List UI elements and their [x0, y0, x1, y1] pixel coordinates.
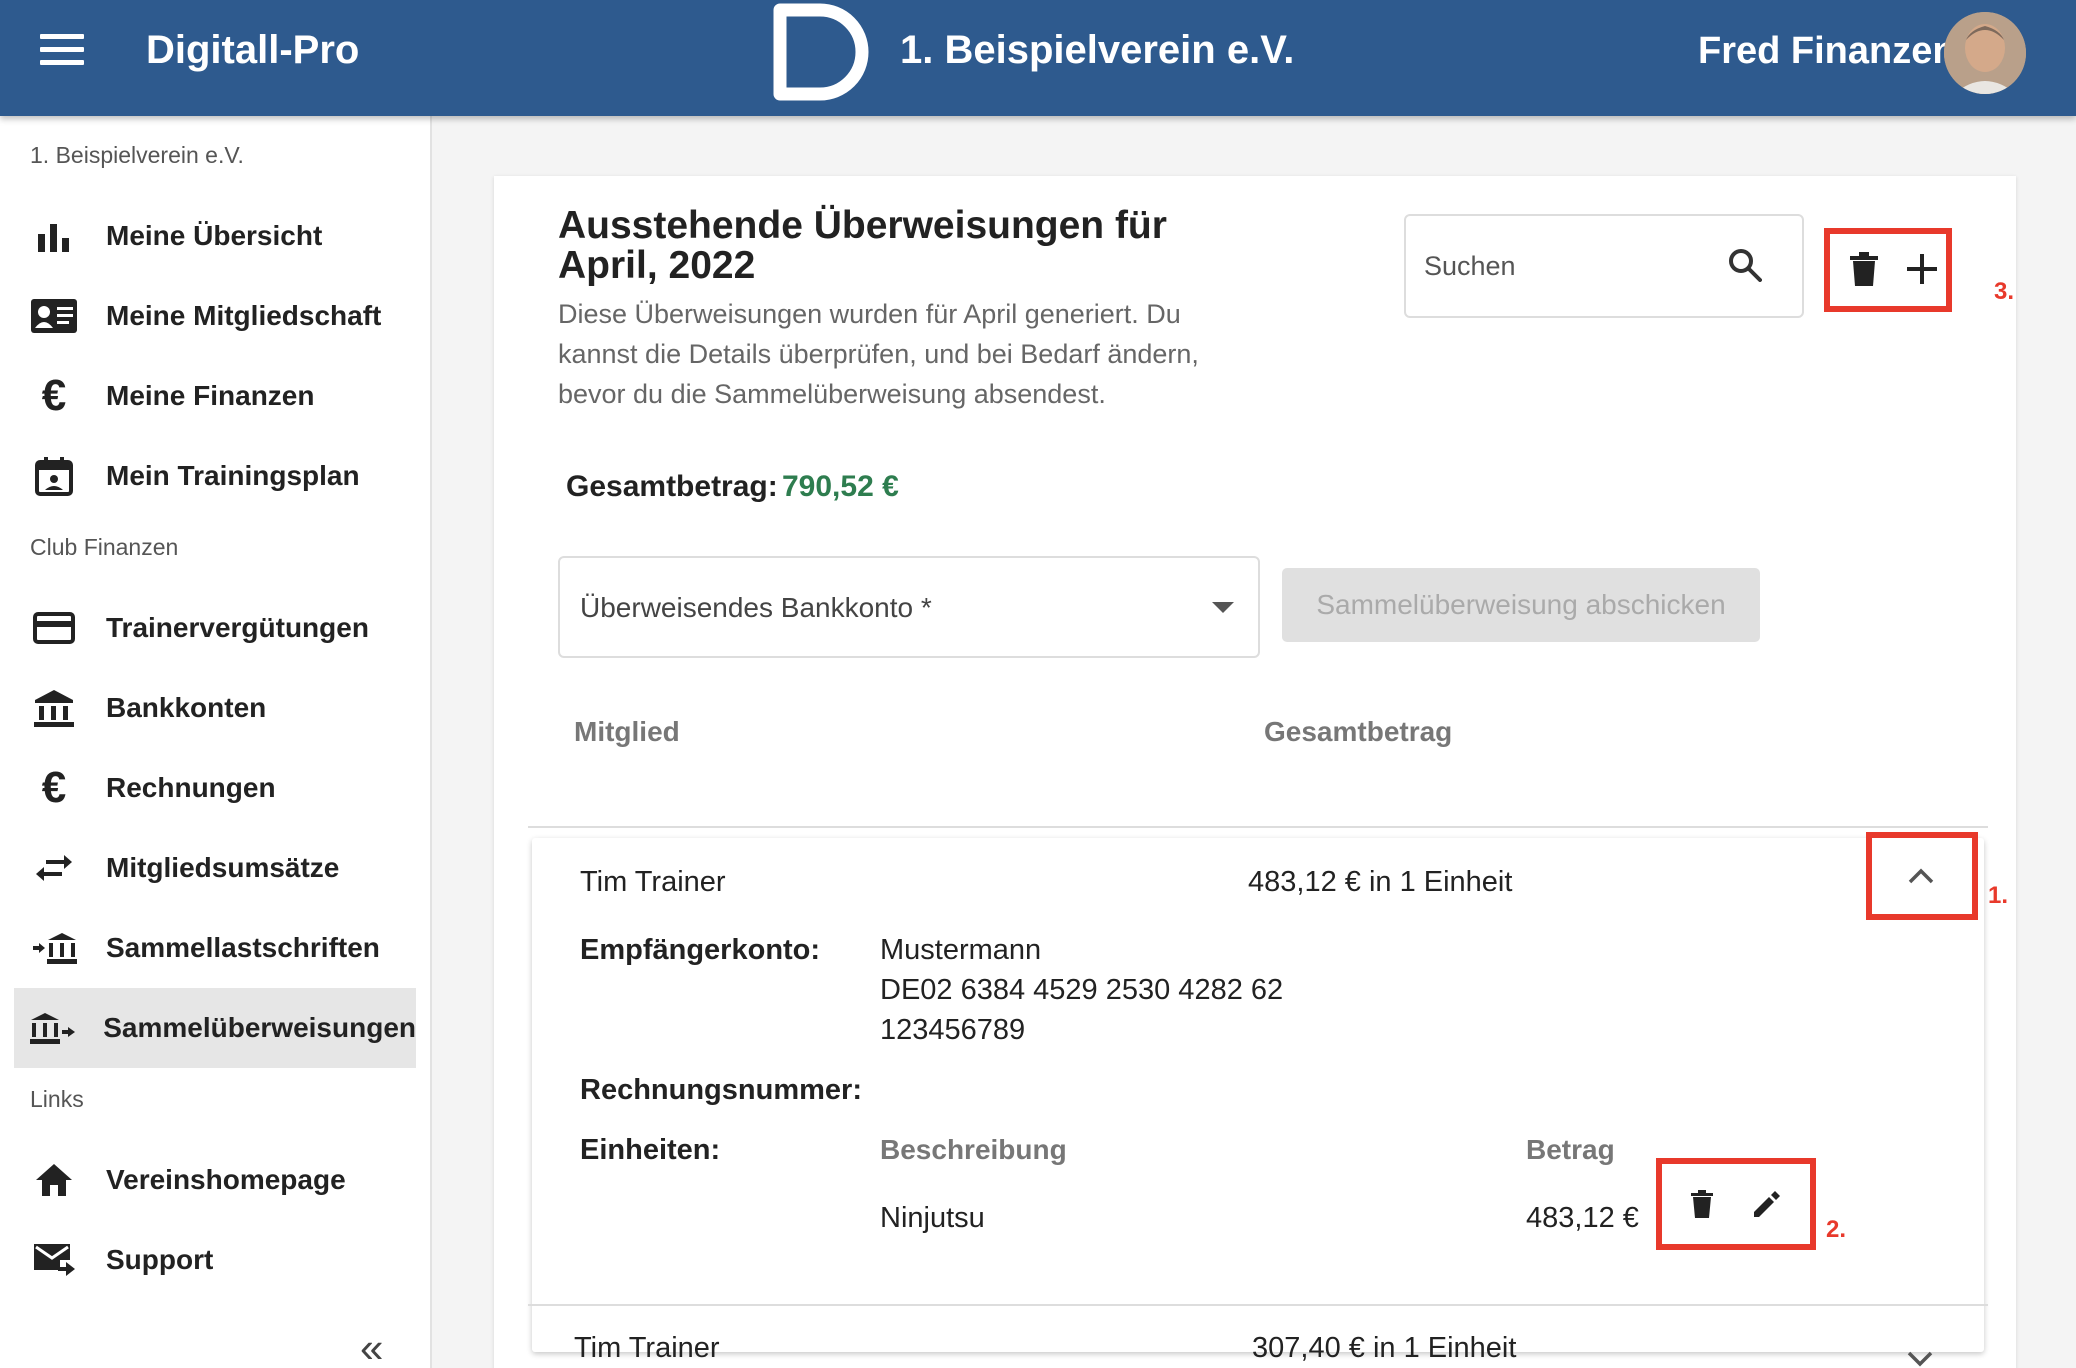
sidebar-item-label: Mein Trainingsplan	[106, 460, 360, 491]
delete-unit-button[interactable]	[1680, 1182, 1724, 1226]
sidebar-item-sammelueberweisungen[interactable]: Sammelüberweisungen	[14, 988, 416, 1068]
calendar-icon	[28, 454, 80, 498]
sidebar-item-label: Support	[106, 1244, 214, 1275]
bank-account-select[interactable]: Überweisendes Bankkonto *	[558, 556, 1260, 658]
pending-transfers-card: Ausstehende Überweisungen für April, 202…	[494, 176, 2016, 1368]
units-description-header: Beschreibung	[880, 1134, 1067, 1165]
annotation-label-3: 3.	[1994, 278, 2015, 305]
total-label: Gesamtbetrag:	[566, 470, 778, 503]
chevron-up-icon	[1908, 868, 1934, 884]
row-amount: 483,12 € in 1 Einheit	[1248, 866, 1513, 898]
sidebar-item-uebersicht[interactable]: Meine Übersicht	[14, 196, 416, 276]
add-transfer-button[interactable]	[1902, 246, 1942, 292]
sidebar-item-label: Mitgliedsumsätze	[106, 852, 340, 883]
mail-forward-icon	[28, 1238, 80, 1282]
bank-arrow-in-icon	[28, 926, 80, 970]
id-card-icon	[28, 294, 80, 338]
search-icon[interactable]	[1728, 248, 1762, 282]
trash-icon	[1691, 1190, 1713, 1218]
sidebar-item-label: Rechnungen	[106, 772, 276, 803]
sidebar-item-finanzen[interactable]: € Meine Finanzen	[14, 356, 416, 436]
app-name: Digitall-Pro	[146, 28, 360, 72]
page-title: Ausstehende Überweisungen für April, 202…	[558, 204, 1167, 287]
collapse-row-button[interactable]	[1896, 854, 1946, 898]
sidebar-section-links: Links	[30, 1086, 84, 1112]
credit-card-icon	[28, 606, 80, 650]
recipient-account-label: Empfängerkonto:	[580, 934, 821, 966]
home-icon	[28, 1158, 80, 1202]
page-description: Diese Überweisungen wurden für April gen…	[558, 299, 1199, 409]
sidebar-item-label: Bankkonten	[106, 692, 267, 723]
swap-arrows-icon	[28, 846, 80, 890]
annotation-label-2: 2.	[1826, 1216, 1847, 1243]
sidebar-item-mitgliedsumsaetze[interactable]: Mitgliedsumsätze	[14, 828, 416, 908]
sidebar-item-mitgliedschaft[interactable]: Meine Mitgliedschaft	[14, 276, 416, 356]
collapse-sidebar-chevrons-icon[interactable]: «	[360, 1324, 383, 1368]
recipient-name: Mustermann	[880, 934, 1042, 966]
euro-icon: €	[41, 371, 67, 420]
total-value: 790,52 €	[782, 470, 899, 503]
sidebar-item-label: Vereinshomepage	[106, 1164, 346, 1195]
sidebar: 1. Beispielverein e.V. Meine Übersicht M…	[0, 116, 432, 1368]
expand-row-button[interactable]	[1896, 1342, 1944, 1368]
pencil-icon	[1754, 1191, 1780, 1217]
sidebar-item-label: Sammellastschriften	[106, 932, 380, 963]
recipient-number: 123456789	[880, 1014, 1026, 1046]
bank-arrow-out-icon	[28, 1006, 77, 1050]
search-input[interactable]	[1424, 246, 1724, 286]
search-field	[1404, 214, 1804, 318]
delete-all-button[interactable]	[1844, 246, 1884, 292]
transfer-row-expanded: Tim Trainer 483,12 € in 1 Einheit 1. Emp…	[532, 832, 2008, 1352]
column-header-total: Gesamtbetrag	[1264, 716, 1453, 747]
row-member-name: Tim Trainer	[580, 866, 726, 898]
units-amount-header: Betrag	[1526, 1134, 1615, 1165]
sidebar-item-label: Sammelüberweisungen	[103, 1012, 416, 1043]
unit-description: Ninjutsu	[880, 1202, 985, 1234]
divider	[528, 1304, 1988, 1306]
brand-logo-icon	[773, 3, 869, 101]
top-app-bar: Digitall-Pro 1. Beispielverein e.V. Fred…	[0, 0, 2076, 116]
avatar[interactable]	[1944, 12, 2026, 94]
bank-account-select-label: Überweisendes Bankkonto *	[580, 592, 932, 623]
chevron-down-icon	[1907, 1351, 1933, 1367]
row-member-name[interactable]: Tim Trainer	[574, 1332, 720, 1365]
sidebar-item-bankkonten[interactable]: Bankkonten	[14, 668, 416, 748]
euro-icon: €	[41, 763, 67, 812]
sidebar-item-label: Meine Mitgliedschaft	[106, 300, 382, 331]
trash-icon	[1850, 252, 1878, 286]
hamburger-menu-icon[interactable]	[40, 34, 84, 68]
sidebar-item-label: Meine Finanzen	[106, 380, 315, 411]
recipient-iban: DE02 6384 4529 2530 4282 62	[880, 974, 1284, 1006]
sidebar-section-club-finanzen: Club Finanzen	[30, 534, 179, 560]
sidebar-item-label: Trainervergütungen	[106, 612, 369, 643]
bank-icon	[28, 686, 80, 730]
invoice-number-label: Rechnungsnummer:	[580, 1074, 862, 1106]
row-amount: 307,40 € in 1 Einheit	[1252, 1332, 1517, 1364]
sidebar-item-vereinshomepage[interactable]: Vereinshomepage	[14, 1140, 416, 1220]
edit-unit-button[interactable]	[1744, 1182, 1788, 1226]
sidebar-item-support[interactable]: Support	[14, 1220, 416, 1300]
plus-icon	[1907, 254, 1937, 284]
sidebar-org-label: 1. Beispielverein e.V.	[30, 142, 244, 168]
units-label: Einheiten:	[580, 1134, 721, 1166]
org-name: 1. Beispielverein e.V.	[900, 28, 1295, 72]
dropdown-arrow-icon	[1212, 602, 1234, 613]
sidebar-item-trainingsplan[interactable]: Mein Trainingsplan	[14, 436, 416, 516]
sidebar-item-label: Meine Übersicht	[106, 220, 323, 251]
bar-chart-icon	[28, 214, 80, 258]
divider	[528, 826, 1988, 828]
unit-amount: 483,12 €	[1526, 1202, 1639, 1234]
send-batch-transfer-button[interactable]: Sammelüberweisung abschicken	[1282, 568, 1760, 642]
column-header-member: Mitglied	[574, 716, 680, 747]
user-name[interactable]: Fred Finanzen	[1698, 30, 1956, 73]
annotation-label-1: 1.	[1988, 882, 2009, 909]
sidebar-item-rechnungen[interactable]: € Rechnungen	[14, 748, 416, 828]
sidebar-item-trainerverguetungen[interactable]: Trainervergütungen	[14, 588, 416, 668]
sidebar-item-sammellastschriften[interactable]: Sammellastschriften	[14, 908, 416, 988]
